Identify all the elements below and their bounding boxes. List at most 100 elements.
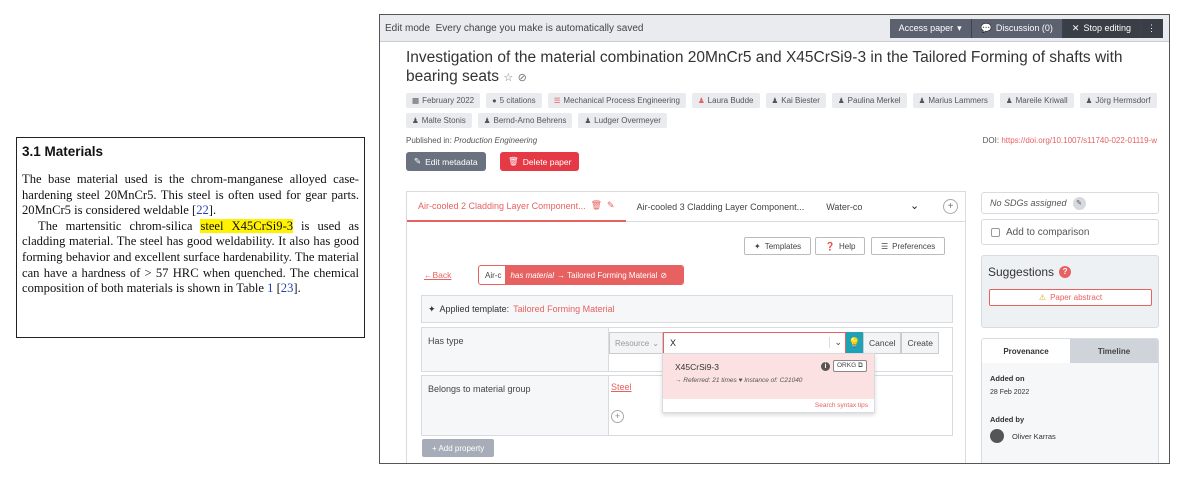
author-chip[interactable]: ♟ Malte Stonis [406, 113, 472, 128]
help-button[interactable]: ❓ Help [815, 237, 866, 255]
author-chip[interactable]: ♟ Bernd-Arno Behrens [477, 113, 573, 128]
calendar-icon: ▦ [412, 96, 420, 105]
tab-contribution-3[interactable]: Water-co [815, 192, 873, 222]
paragraph-1: The base material used is the chrom-mang… [22, 172, 359, 219]
autocomplete-dropdown: X45CrSi9-3 → Referred: 21 times ♥ Instan… [662, 353, 875, 413]
autocomplete-option[interactable]: X45CrSi9-3 → Referred: 21 times ♥ Instan… [663, 354, 874, 399]
contribution-tabs: Air-cooled 2 Cladding Layer Component...… [407, 192, 965, 222]
question-icon: ❓ [825, 241, 835, 251]
paragraph-2: The martensitic chrom-silica steel X45Cr… [22, 218, 359, 297]
chevron-down-icon[interactable]: ⌄ [910, 199, 919, 212]
property-label: Has type [428, 336, 464, 346]
eye-slash-icon[interactable]: ⊘ [518, 72, 527, 84]
discussion-button[interactable]: 💬 Discussion (0) [971, 18, 1063, 38]
add-property-button[interactable]: + Add property [422, 439, 495, 457]
create-button[interactable]: Create [901, 332, 939, 354]
add-contribution-button[interactable]: + [943, 199, 958, 214]
added-by-user[interactable]: Oliver Karras [1012, 432, 1056, 441]
research-field-chip[interactable]: ☰ Mechanical Process Engineering [547, 93, 686, 108]
pencil-icon: ✎ [414, 156, 422, 166]
paragraph-2-start: The martensitic chrom-silica [38, 218, 201, 233]
access-paper-button[interactable]: Access paper ▾ [889, 18, 972, 38]
resource-input-group: Resource ⌄ X ⌄ 💡 Cancel Create [609, 332, 939, 354]
lightbulb-icon[interactable]: 💡 [846, 332, 863, 354]
user-icon: ♟ [584, 116, 592, 125]
pencil-icon[interactable]: ✎ [607, 200, 615, 211]
tabs-fade [873, 192, 907, 221]
search-syntax-tips-link[interactable]: Search syntax tips [815, 402, 868, 409]
cancel-button[interactable]: Cancel [863, 332, 902, 354]
relation-subject: Air-c [485, 270, 502, 280]
citation-link[interactable]: 23 [281, 281, 294, 295]
trash-icon: 🗑 [508, 156, 519, 166]
added-on-value: 28 Feb 2022 [990, 389, 1030, 396]
entity-type-select[interactable]: Resource ⌄ [609, 332, 663, 354]
doi: DOI: https://doi.org/10.1007/s11740-022-… [982, 136, 1157, 145]
user-icon: ♟ [1085, 96, 1093, 105]
option-meta: → Referred: 21 times ♥ Instance of: C210… [675, 377, 803, 384]
delete-paper-button[interactable]: 🗑 Delete paper [500, 152, 580, 171]
more-options-button[interactable]: ⋮ [1141, 18, 1163, 38]
info-icon[interactable]: i [821, 362, 830, 371]
paper-abstract-button[interactable]: ⚠ Paper abstract [989, 289, 1152, 306]
link-icon: ⊘ [660, 270, 668, 280]
warning-icon: ⚠ [1038, 293, 1047, 302]
provenance-box: Provenance Timeline Added on 28 Feb 2022… [981, 338, 1159, 463]
back-link[interactable]: ←Back [424, 270, 451, 280]
edit-metadata-button[interactable]: ✎ Edit metadata [406, 152, 486, 171]
pencil-icon[interactable]: ✎ [1072, 196, 1086, 210]
sliders-icon: ☰ [881, 241, 889, 251]
templates-button[interactable]: ✦ Templates [744, 237, 812, 255]
paper-excerpt: 3.1 Materials The base material used is … [16, 137, 365, 338]
suggestions-title: Suggestions? [988, 265, 1072, 279]
template-link[interactable]: Tailored Forming Material [513, 304, 615, 314]
caret-down-icon: ▾ [957, 22, 962, 33]
doi-link[interactable]: https://doi.org/10.1007/s11740-022-01119… [1001, 136, 1157, 145]
value-link[interactable]: Steel [611, 382, 632, 392]
section-heading: 3.1 Materials [22, 144, 104, 159]
contribution-content: ✦ Templates ❓ Help ☰ Preferences ←Back Air-… [421, 222, 953, 463]
author-chip[interactable]: ♟ Mareile Kriwall [999, 93, 1074, 108]
question-icon[interactable]: ? [1059, 266, 1072, 278]
paragraph-2-sep: [ [273, 281, 281, 296]
user-icon: ♟ [918, 96, 926, 105]
edit-mode-message: Edit mode Every change you make is autom… [385, 22, 644, 34]
tab-contribution-2[interactable]: Air-cooled 3 Cladding Layer Component... [626, 192, 816, 222]
tab-timeline[interactable]: Timeline [1070, 339, 1158, 363]
user-icon: ♟ [771, 96, 779, 105]
star-icon[interactable]: ☆ [503, 72, 513, 84]
add-value-button[interactable]: + [611, 410, 624, 423]
author-chip[interactable]: ♟ Jörg Hermsdorf [1079, 93, 1157, 108]
applied-template: ✦ Applied template: Tailored Forming Mat… [421, 295, 953, 323]
tab-provenance[interactable]: Provenance [982, 339, 1070, 363]
trash-icon[interactable]: 🗑 [591, 200, 602, 211]
orkg-link[interactable]: ORKG ⧉ [833, 360, 867, 372]
stop-editing-button[interactable]: ✕ Stop editing [1062, 18, 1141, 38]
added-on-label: Added on [990, 374, 1025, 383]
citation-link[interactable]: 22 [196, 203, 209, 217]
author-chip[interactable]: ♟ Ludger Overmeyer [578, 113, 667, 128]
user-icon: ♟ [697, 96, 705, 105]
contributions-panel: Air-cooled 2 Cladding Layer Component...… [406, 191, 966, 463]
tab-contribution-1[interactable]: Air-cooled 2 Cladding Layer Component...… [407, 192, 626, 222]
resource-search-input[interactable]: X ⌄ [663, 332, 846, 354]
author-chip[interactable]: ♟ Laura Budde [691, 93, 760, 108]
added-by-label: Added by [990, 415, 1025, 424]
breadcrumb-relation[interactable]: Air-c has material → Tailored Forming Mat… [478, 265, 684, 285]
dropdown-chevron-icon[interactable]: ⌄ [829, 337, 842, 348]
paper-title: Investigation of the material combinatio… [406, 49, 1123, 85]
add-to-comparison[interactable]: Add to comparison [981, 219, 1159, 245]
author-chip[interactable]: ♟ Paulina Merkel [831, 93, 907, 108]
checkbox[interactable] [991, 227, 1000, 237]
citations-chip[interactable]: ● 5 citations [486, 93, 542, 108]
puzzle-icon: ✦ [754, 241, 761, 251]
metadata-chips: ▦ February 2022 ● 5 citations ☰ Mechanical … [406, 93, 1166, 128]
paragraph-1-text: The base material used is the chrom-mang… [22, 172, 359, 218]
relation-pill[interactable]: has material → Tailored Forming Material ⊘ [505, 266, 683, 284]
venue-link[interactable]: Production Engineering [454, 136, 537, 145]
paragraph-2-end: ]. [293, 281, 301, 296]
author-chip[interactable]: ♟ Marius Lammers [912, 93, 994, 108]
author-chip[interactable]: ♟ Kai Biester [765, 93, 826, 108]
close-icon: ✕ [1071, 22, 1080, 33]
preferences-button[interactable]: ☰ Preferences [871, 237, 946, 255]
